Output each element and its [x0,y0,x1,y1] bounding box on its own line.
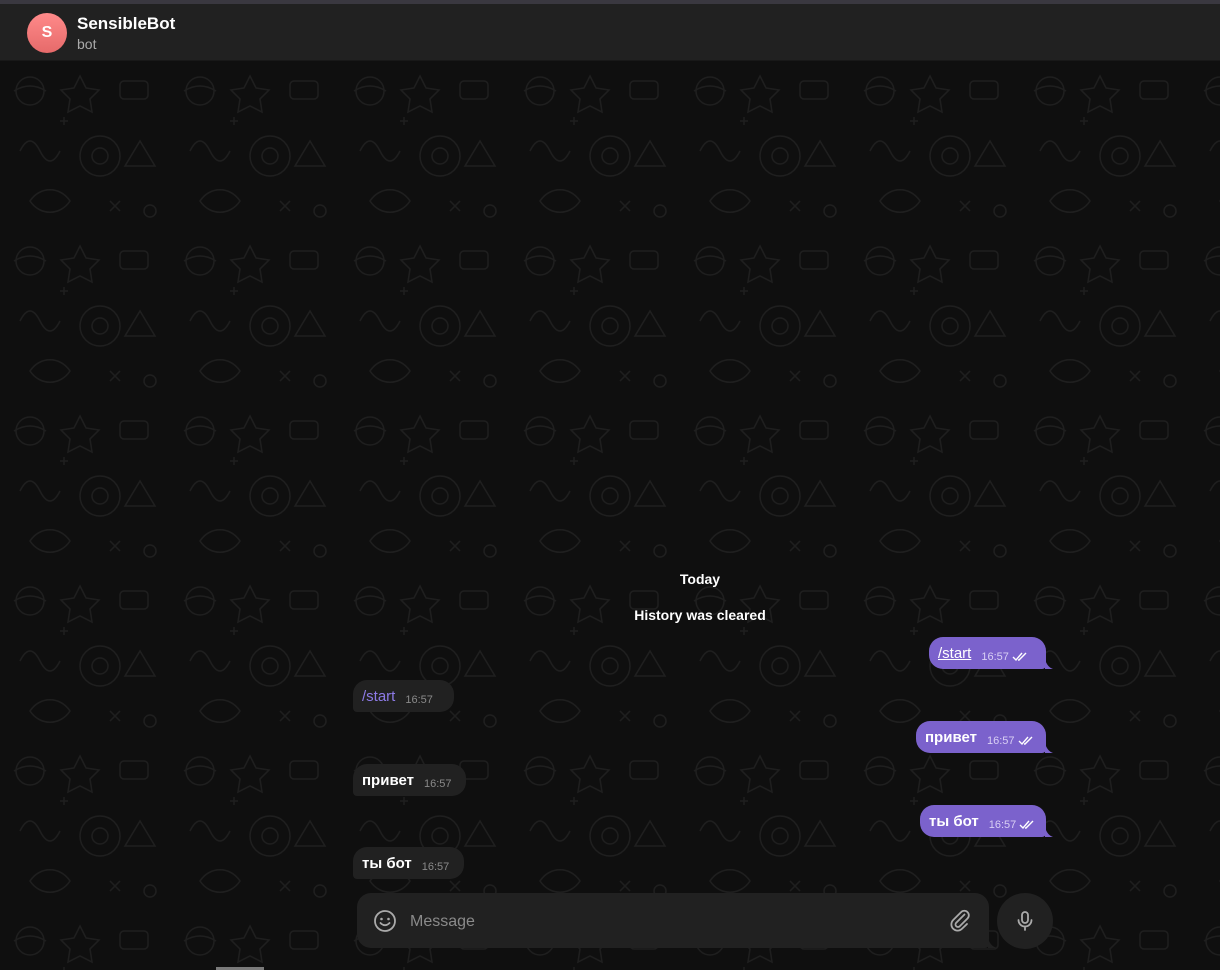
bubble-tail [1045,743,1053,753]
message-time: 16:57 [981,651,1009,663]
paperclip-icon[interactable] [948,908,972,932]
message-in[interactable]: привет 16:57 [353,764,466,796]
bubble-tail [1045,659,1053,669]
composer-tail [988,938,997,948]
chat-title[interactable]: SensibleBot [77,14,175,34]
bubble-tail [1045,827,1053,837]
command-link[interactable]: /start [362,688,395,705]
message-text[interactable]: /start [938,645,971,662]
message-out[interactable]: привет 16:57 [916,721,1046,753]
message-time: 16:57 [986,735,1015,747]
chat-status: bot [77,36,97,52]
double-check-icon [1019,820,1034,830]
avatar[interactable]: S [27,13,67,53]
message-time: 16:57 [421,861,450,873]
message-text: ты бот [929,812,979,830]
double-check-icon [1018,736,1032,746]
microphone-icon [1017,911,1033,931]
message-time: 16:57 [405,694,433,706]
telegram-app: S SensibleBot bot Today History was clea… [0,0,1220,970]
message-text: ты бот [362,854,412,872]
message-out[interactable]: /start 16:57 [929,637,1046,669]
message-text: привет [925,728,977,746]
message-text: привет [362,771,414,789]
history-cleared-notice: History was cleared [634,607,766,623]
message-time: 16:57 [423,778,452,790]
message-composer [357,893,989,948]
chat-header[interactable]: S SensibleBot bot [0,4,1220,61]
message-out[interactable]: ты бот 16:57 [920,805,1046,837]
message-in[interactable]: ты бот 16:57 [353,847,464,879]
message-input[interactable] [408,907,932,937]
message-in[interactable]: /start 16:57 [353,680,454,712]
chat-area: Today History was cleared /start 16:57 /… [0,61,1220,970]
voice-record-button[interactable] [997,893,1053,949]
message-time: 16:57 [988,819,1017,831]
smile-icon[interactable] [373,909,397,933]
double-check-icon [1012,652,1027,662]
date-separator: Today [679,571,721,587]
